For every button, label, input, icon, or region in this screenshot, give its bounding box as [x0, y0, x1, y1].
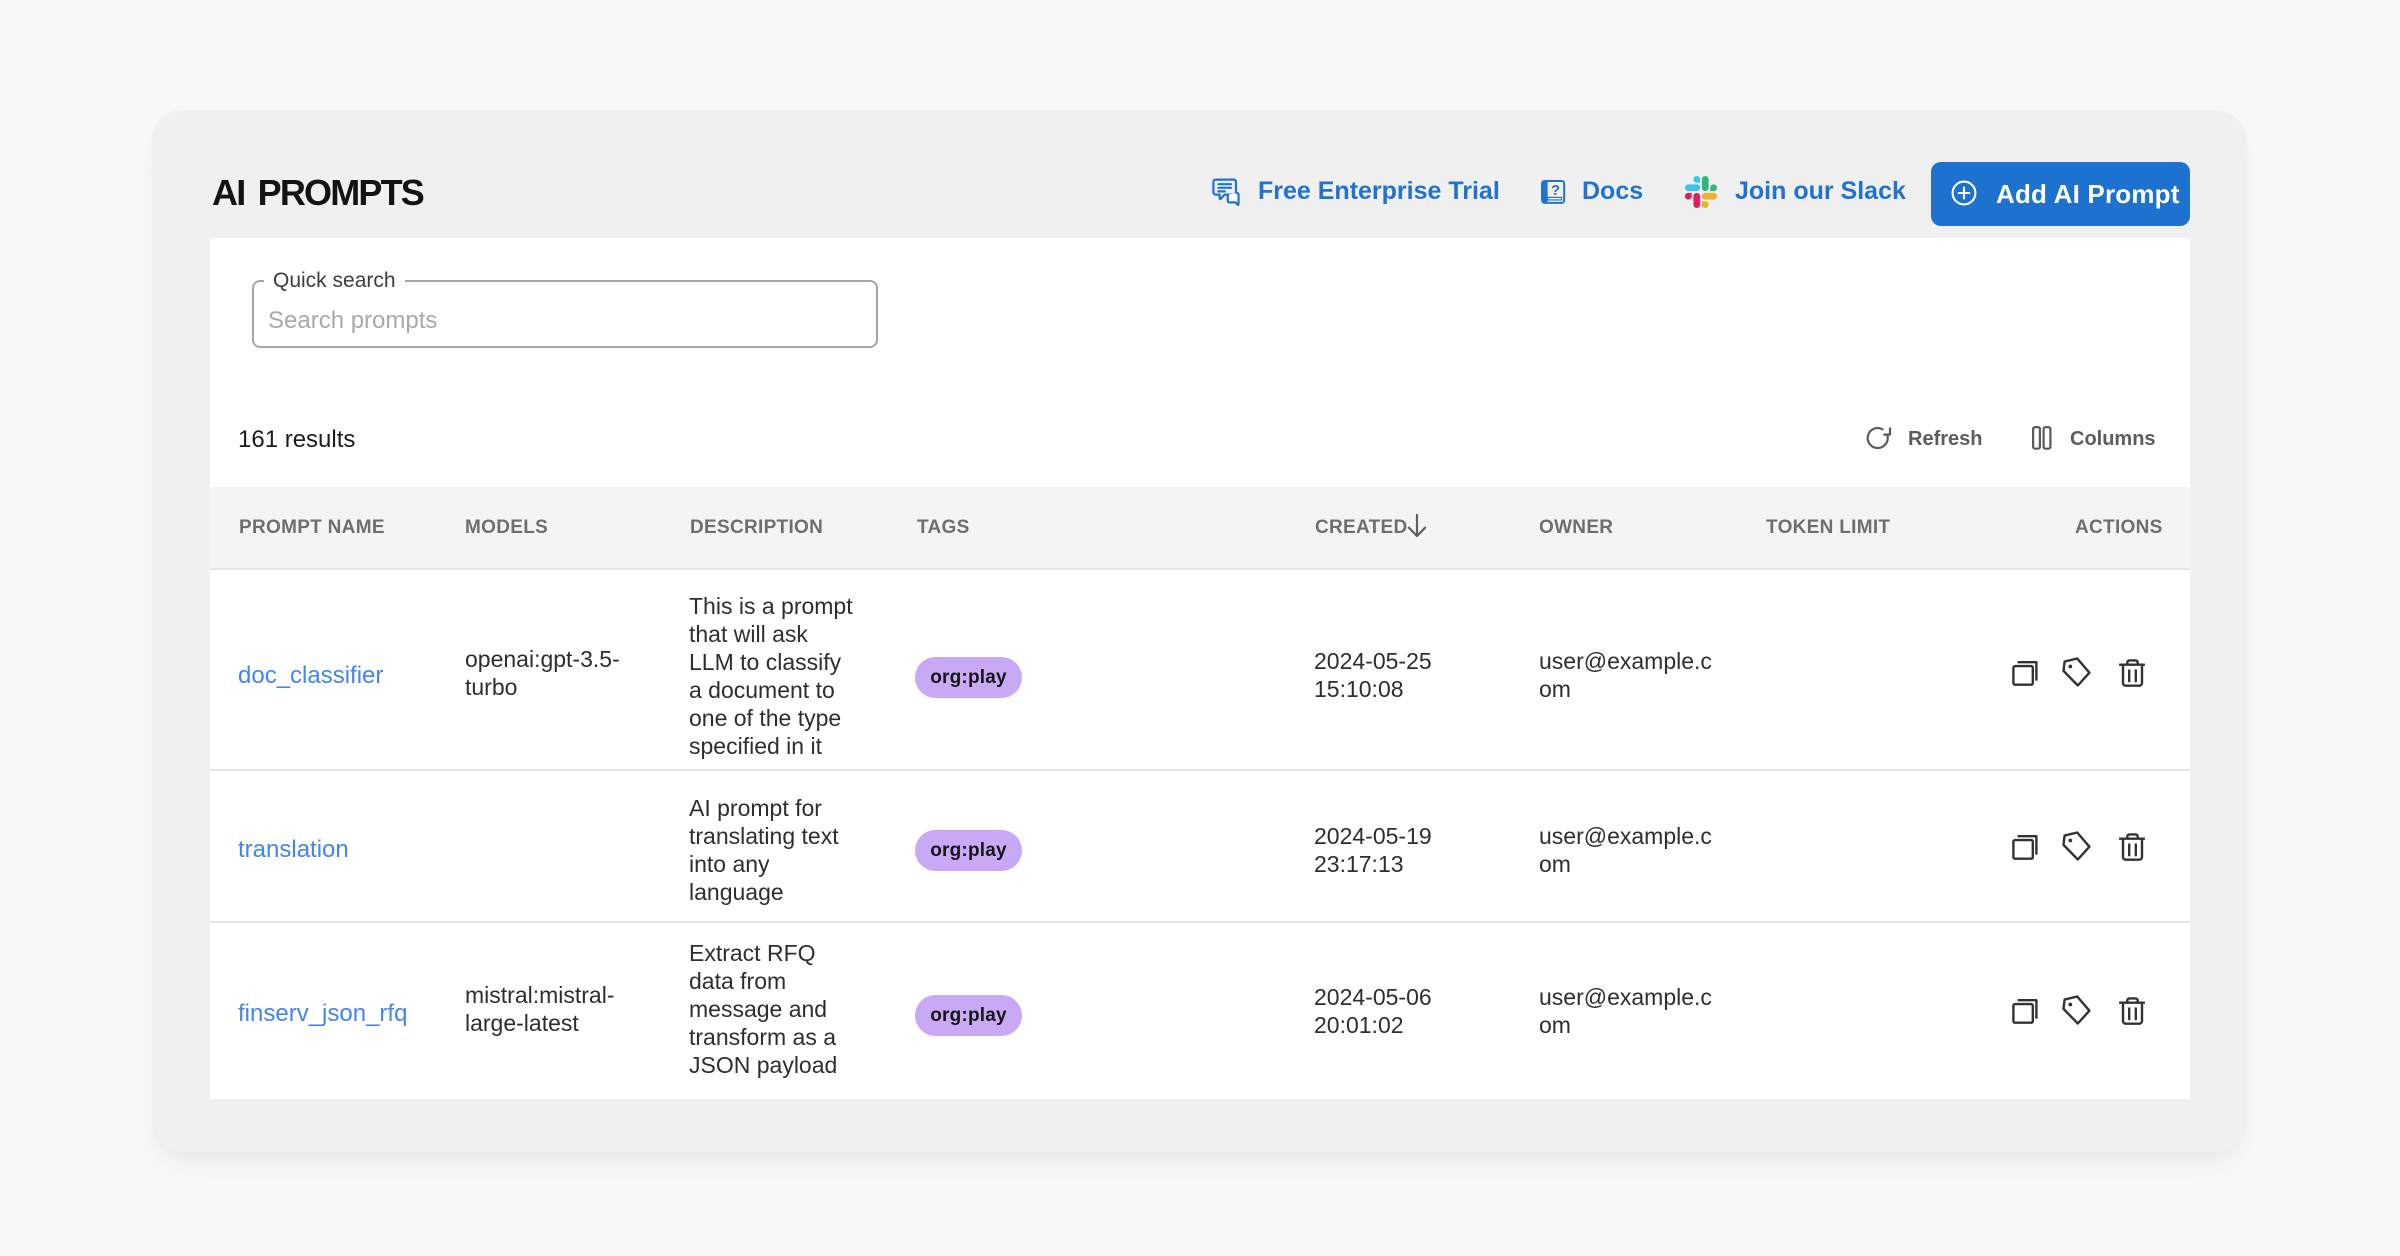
- svg-text:?: ?: [1551, 182, 1560, 199]
